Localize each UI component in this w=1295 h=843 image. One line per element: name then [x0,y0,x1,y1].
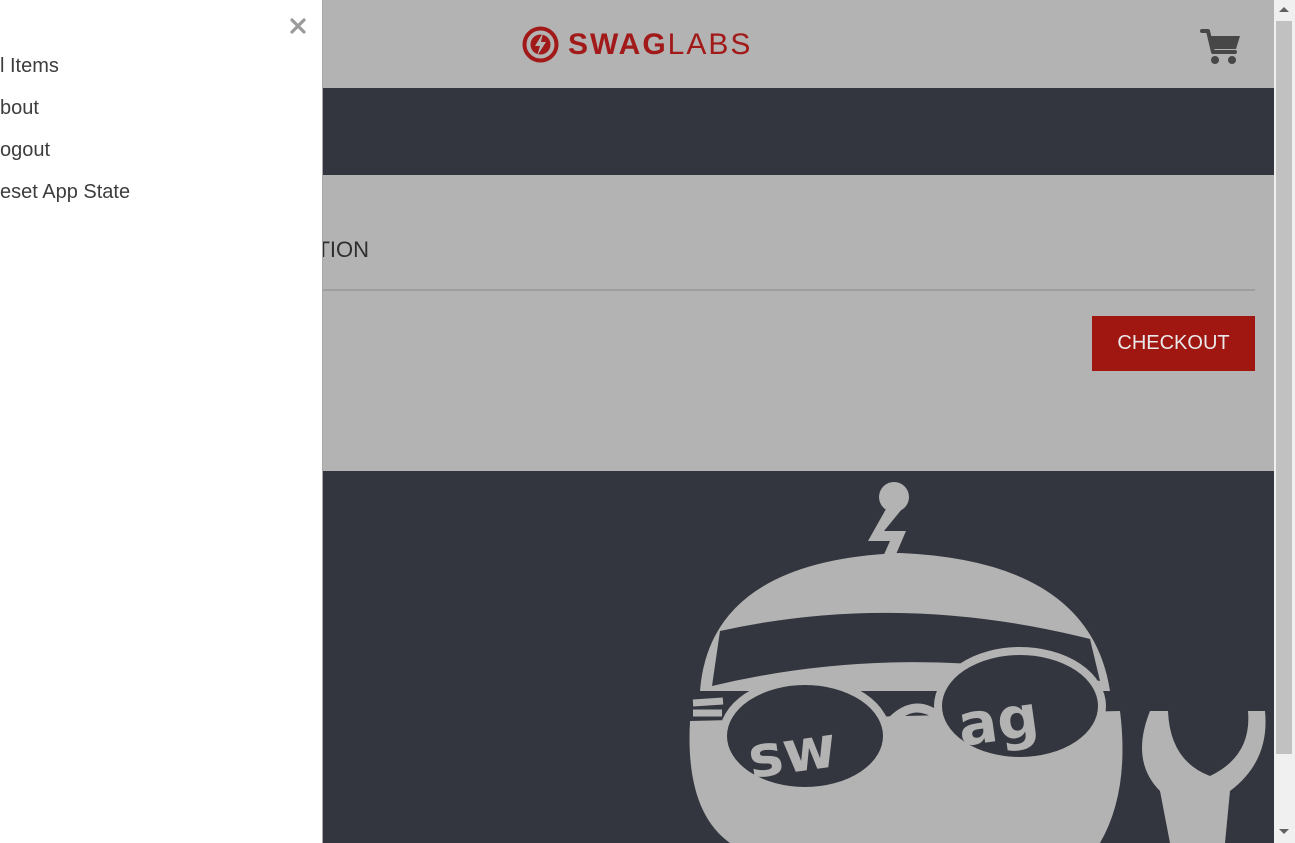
vertical-scrollbar[interactable] [1274,0,1295,843]
swag-labs-logo-icon [522,26,559,63]
shopping-cart-icon[interactable] [1200,28,1242,66]
logo-text-bold: SWAG [568,27,668,61]
svg-text:sw: sw [744,712,841,792]
menu-item-about[interactable]: bout [0,97,39,120]
svg-text:ag: ag [953,681,1042,760]
menu-item-reset-app-state[interactable]: eset App State [0,181,130,204]
app-logo: SWAGLABS [522,26,752,63]
menu-item-logout[interactable]: ogout [0,139,50,162]
checkout-button[interactable]: CHECKOUT [1092,316,1255,371]
logo-text-thin: LABS [667,27,753,61]
scrollbar-thumb[interactable] [1276,21,1292,754]
menu-item-all-items[interactable]: l Items [0,55,59,78]
side-menu-drawer: l Items bout ogout eset App State [0,0,323,843]
close-icon[interactable] [287,15,309,37]
logo-text: SWAGLABS [568,27,752,63]
scroll-up-arrow-icon[interactable] [1279,7,1289,12]
scroll-down-arrow-icon[interactable] [1279,829,1289,834]
